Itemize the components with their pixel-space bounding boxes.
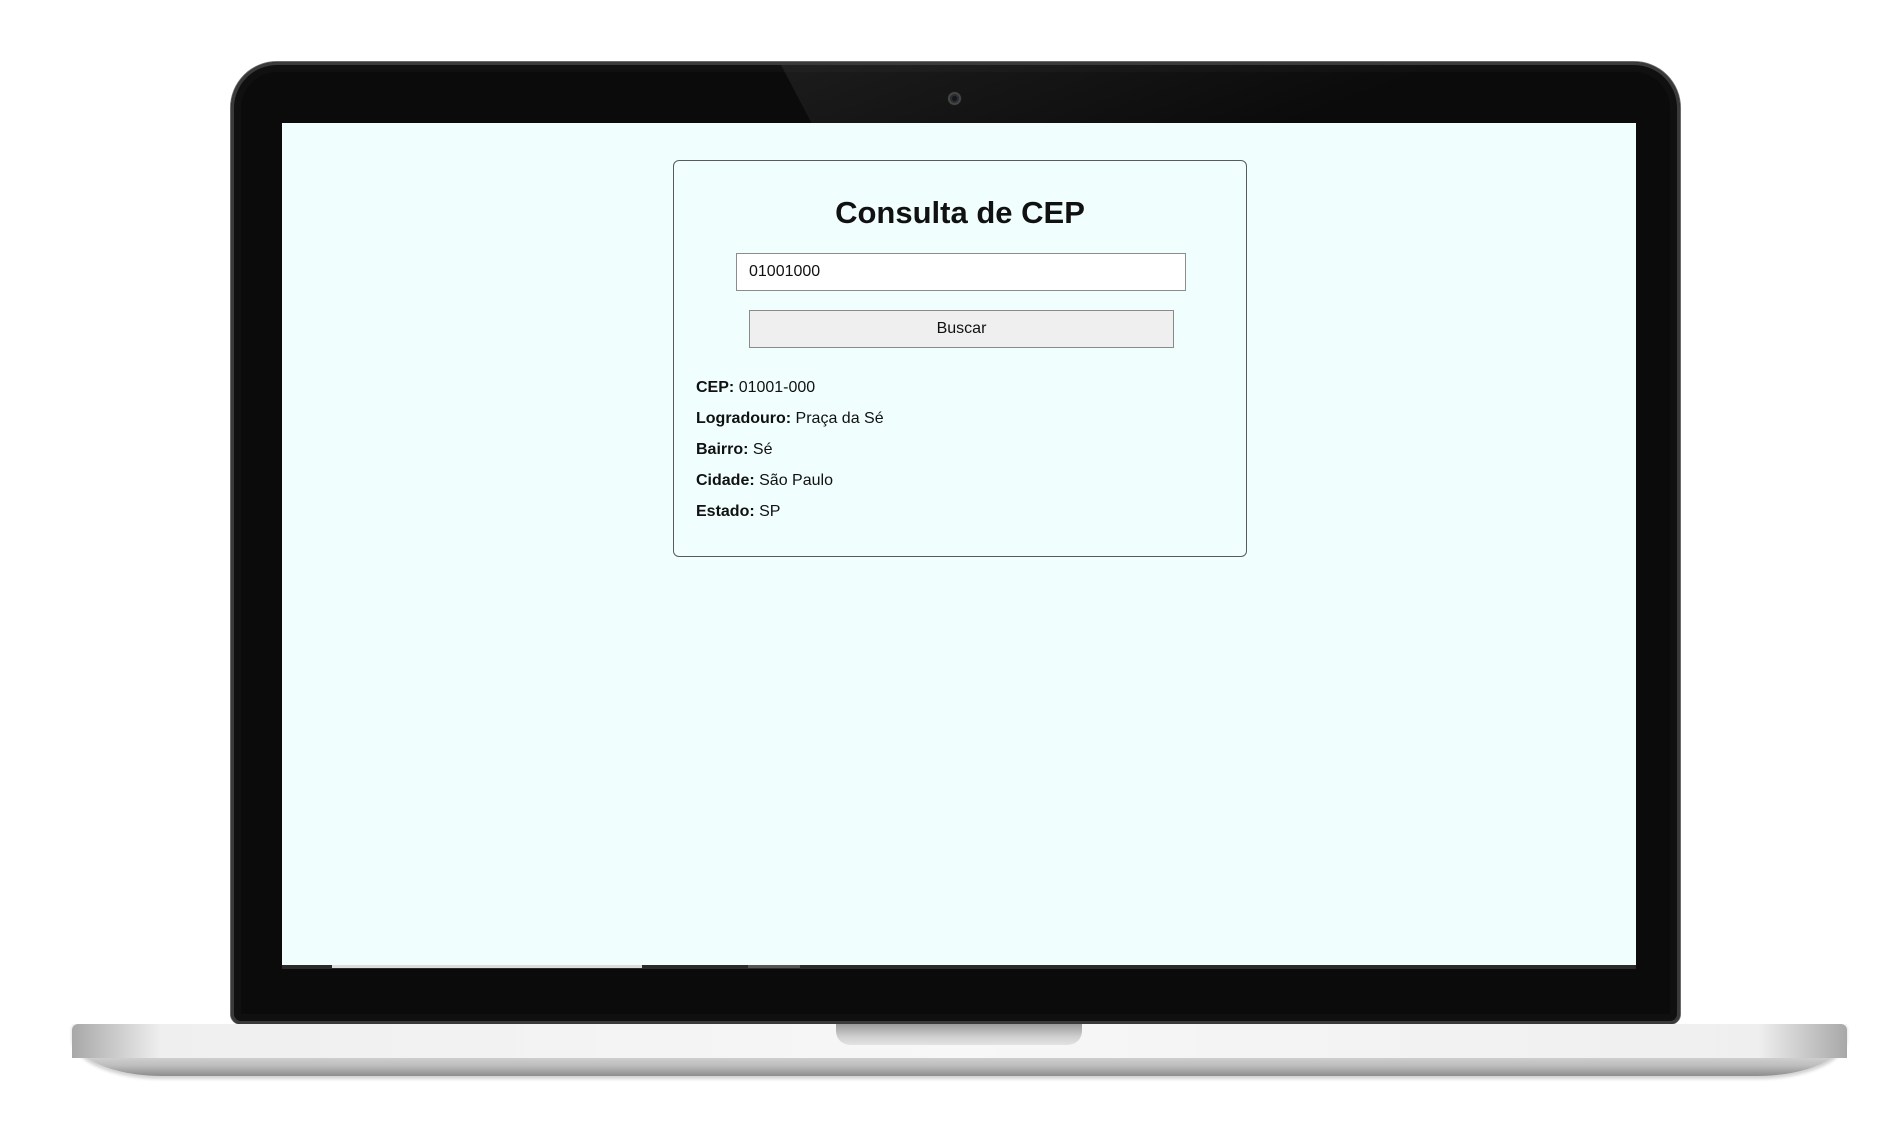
result-value: Sé [752, 441, 773, 458]
laptop-mockup: Consulta de CEP Buscar CEP: 01001-000 Lo… [0, 0, 1895, 1139]
result-value: Praça da Sé [795, 410, 884, 427]
result-value: SP [759, 503, 781, 520]
search-button[interactable]: Buscar [749, 310, 1174, 348]
cep-lookup-card: Consulta de CEP Buscar CEP: 01001-000 Lo… [673, 160, 1247, 557]
laptop-screen: Consulta de CEP Buscar CEP: 01001-000 Lo… [282, 123, 1636, 965]
result-logradouro: Logradouro: Praça da Sé [696, 410, 1216, 441]
camera-icon [948, 92, 961, 105]
result-value: São Paulo [759, 472, 833, 489]
result-value: 01001-000 [738, 379, 816, 396]
result-estado: Estado: SP [696, 503, 1216, 534]
bezel-highlight [332, 965, 642, 968]
result-cidade: Cidade: São Paulo [696, 472, 1216, 503]
result-bairro: Bairro: Sé [696, 441, 1216, 472]
result-label: CEP: [696, 379, 735, 396]
result-label: Bairro: [696, 441, 749, 458]
result-label: Cidade: [696, 472, 755, 489]
result-panel: CEP: 01001-000 Logradouro: Praça da Sé B… [696, 379, 1216, 534]
screen-bottom-bezel [282, 965, 1636, 969]
result-cep: CEP: 01001-000 [696, 379, 1216, 410]
cep-input[interactable] [736, 253, 1186, 291]
result-label: Logradouro: [696, 410, 792, 427]
page-title: Consulta de CEP [835, 195, 1085, 230]
laptop-hinge-notch [836, 1024, 1082, 1045]
bezel-highlight [748, 965, 800, 968]
result-label: Estado: [696, 503, 755, 520]
